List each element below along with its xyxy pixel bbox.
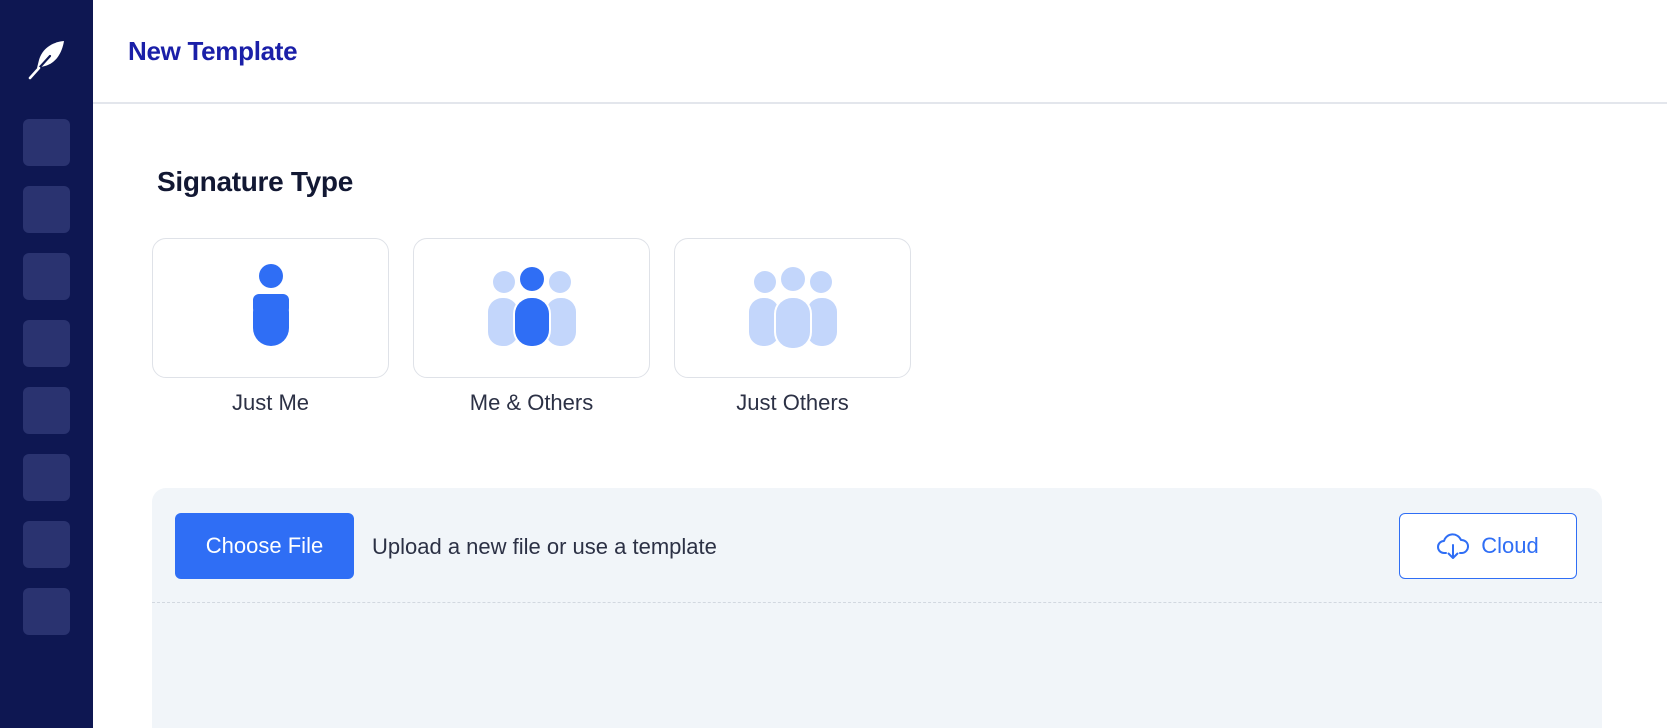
page-title: New Template <box>128 36 298 66</box>
cloud-button[interactable]: Cloud <box>1399 513 1577 579</box>
signature-option-label: Just Others <box>736 390 849 415</box>
feather-icon[interactable] <box>26 38 68 80</box>
sidebar-item-8[interactable] <box>23 588 70 635</box>
choose-file-button[interactable]: Choose File <box>175 513 354 579</box>
cloud-button-label: Cloud <box>1481 533 1539 558</box>
sidebar-item-4[interactable] <box>23 320 70 367</box>
signature-option-just-me[interactable]: Just Me <box>152 238 389 416</box>
single-person-icon <box>252 264 289 346</box>
sidebar <box>0 0 93 728</box>
signature-option-label: Just Me <box>231 390 310 415</box>
sidebar-item-3[interactable] <box>23 253 70 300</box>
divider <box>152 602 1602 603</box>
signature-option-label: Me & Others <box>469 390 594 415</box>
sidebar-item-6[interactable] <box>23 454 70 501</box>
signature-type-heading: Signature Type <box>157 166 353 197</box>
group-highlight-icon <box>487 267 576 348</box>
sidebar-item-2[interactable] <box>23 186 70 233</box>
signature-option-me-and-others[interactable]: Me & Others <box>413 238 650 416</box>
signature-option-just-others[interactable]: Just Others <box>674 238 911 416</box>
signature-card[interactable] <box>152 238 389 378</box>
cloud-download-icon <box>1437 533 1470 559</box>
sidebar-item-1[interactable] <box>23 119 70 166</box>
upload-hint: Upload a new file or use a template <box>372 534 717 559</box>
sidebar-item-7[interactable] <box>23 521 70 568</box>
upload-panel: Choose File Upload a new file or use a t… <box>152 488 1602 728</box>
group-icon <box>748 267 837 350</box>
page-header: New Template <box>93 0 1667 104</box>
signature-card[interactable] <box>674 238 911 378</box>
signature-card[interactable] <box>413 238 650 378</box>
sidebar-item-5[interactable] <box>23 387 70 434</box>
